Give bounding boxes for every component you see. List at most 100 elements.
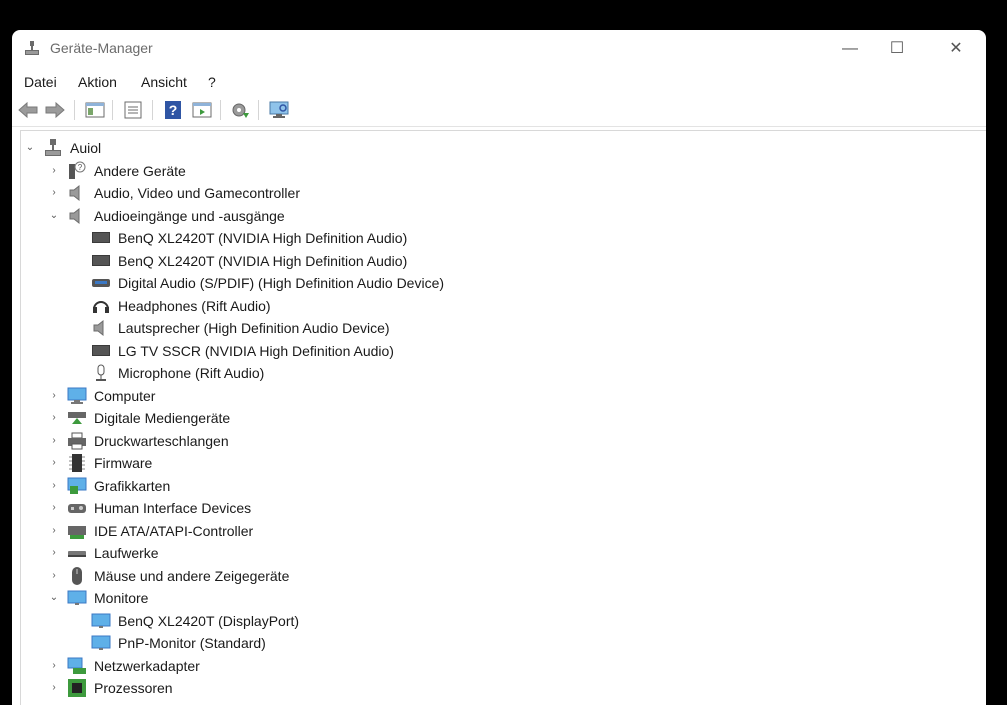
- tree-item-label: Mäuse und andere Zeigegeräte: [94, 568, 290, 584]
- menu-help[interactable]: ?: [208, 74, 216, 90]
- tree-item-label: Andere Geräte: [94, 163, 186, 179]
- monitor-dark-icon: [92, 255, 110, 266]
- digital-audio-icon: [92, 279, 110, 287]
- headphones-icon: [93, 301, 109, 313]
- monitor-dark-icon: [92, 345, 110, 356]
- disk-drive-icon: [68, 551, 86, 557]
- tree-item-label: Digital Audio (S/PDIF) (High Definition …: [118, 275, 445, 291]
- properties-icon[interactable]: [122, 99, 144, 121]
- tree-item-label: Prozessoren: [94, 680, 173, 696]
- tree-item-ide[interactable]: IDE ATA/ATAPI-Controller: [67, 520, 253, 542]
- chevron-down-icon[interactable]: ⌄: [48, 592, 60, 604]
- toolbar-separator: [258, 100, 259, 120]
- tree-root[interactable]: Auiol: [43, 137, 101, 159]
- forward-arrow-icon[interactable]: [44, 99, 66, 121]
- chevron-right-icon[interactable]: ›: [48, 525, 60, 537]
- display-adapter-icon: [67, 477, 87, 494]
- tree-item-label: Lautsprecher (High Definition Audio Devi…: [118, 320, 390, 336]
- tree-item-microphone[interactable]: Microphone (Rift Audio): [91, 362, 264, 384]
- tree-item-label: Druckwarteschlangen: [94, 433, 229, 449]
- window-title: Geräte-Manager: [50, 40, 153, 56]
- tree-item-audio-video[interactable]: Audio, Video und Gamecontroller: [67, 182, 300, 204]
- device-manager-icon: [25, 41, 39, 55]
- tree-item-label: BenQ XL2420T (NVIDIA High Definition Aud…: [118, 230, 408, 246]
- help-icon[interactable]: ?: [162, 99, 184, 121]
- chevron-right-icon[interactable]: ›: [48, 480, 60, 492]
- action-pane-icon[interactable]: [191, 99, 213, 121]
- speaker-icon: [69, 207, 80, 225]
- menu-bar: Datei Aktion Ansicht ?: [12, 70, 986, 94]
- svg-text:?: ?: [78, 163, 83, 172]
- tree-item-label: LG TV SSCR (NVIDIA High Definition Audio…: [118, 343, 394, 359]
- tree-item-audioeingaenge[interactable]: Audioeingänge und -ausgänge: [67, 205, 285, 227]
- menu-action[interactable]: Aktion: [78, 74, 117, 90]
- minimize-button[interactable]: —: [838, 38, 862, 60]
- microphone-icon: [96, 364, 106, 381]
- speaker-icon: [69, 184, 80, 202]
- chevron-right-icon[interactable]: ›: [48, 390, 60, 402]
- device-manager-window: Geräte-Manager — ☐ ✕ Datei Aktion Ansich…: [12, 30, 986, 705]
- title-bar[interactable]: Geräte-Manager — ☐ ✕: [12, 30, 986, 68]
- tree-item-hid[interactable]: Human Interface Devices: [67, 497, 251, 519]
- tree-item-grafik[interactable]: Grafikkarten: [67, 475, 170, 497]
- toolbar-separator: [74, 100, 75, 120]
- tree-item-netzwerk[interactable]: Netzwerkadapter: [67, 655, 200, 677]
- device-tree[interactable]: ⌄ Auiol › ? Andere Geräte › Audio, Video…: [20, 130, 986, 705]
- computer-root-icon: [45, 139, 61, 156]
- tree-item-maeuse[interactable]: Mäuse und andere Zeigegeräte: [67, 565, 289, 587]
- tree-item-label: Firmware: [94, 455, 153, 471]
- chevron-right-icon[interactable]: ›: [48, 165, 60, 177]
- chevron-down-icon[interactable]: ⌄: [48, 210, 60, 222]
- computer-icon: [67, 387, 87, 404]
- tree-item-andere-geraete[interactable]: ? Andere Geräte: [67, 160, 186, 182]
- tree-item-label: Audio, Video und Gamecontroller: [94, 185, 300, 201]
- tree-item-computer[interactable]: Computer: [67, 385, 155, 407]
- tree-item-monitore[interactable]: Monitore: [67, 587, 148, 609]
- menu-file[interactable]: Datei: [24, 74, 57, 90]
- toolbar: ?: [12, 96, 986, 127]
- chevron-right-icon[interactable]: ›: [48, 682, 60, 694]
- tree-item-benq-dp[interactable]: BenQ XL2420T (DisplayPort): [91, 610, 299, 632]
- update-driver-icon[interactable]: [229, 99, 251, 121]
- tree-item-benq-audio-1[interactable]: BenQ XL2420T (NVIDIA High Definition Aud…: [91, 227, 407, 249]
- chevron-right-icon[interactable]: ›: [48, 187, 60, 199]
- tree-item-headphones[interactable]: Headphones (Rift Audio): [91, 295, 271, 317]
- chevron-right-icon[interactable]: ›: [48, 457, 60, 469]
- tree-root-label: Auiol: [70, 140, 102, 156]
- chevron-right-icon[interactable]: ›: [48, 570, 60, 582]
- tree-item-prozessoren[interactable]: Prozessoren: [67, 677, 173, 699]
- printer-icon: [68, 432, 86, 450]
- tree-item-lg-tv[interactable]: LG TV SSCR (NVIDIA High Definition Audio…: [91, 340, 394, 362]
- tree-item-digitale-medien[interactable]: Digitale Mediengeräte: [67, 407, 230, 429]
- tree-item-firmware[interactable]: Firmware: [67, 452, 152, 474]
- maximize-button[interactable]: ☐: [885, 38, 909, 60]
- toolbar-separator: [220, 100, 221, 120]
- processor-icon: [68, 679, 86, 697]
- menu-view[interactable]: Ansicht: [141, 74, 187, 90]
- back-arrow-icon[interactable]: [17, 99, 39, 121]
- network-adapter-icon: [67, 657, 86, 674]
- tree-item-label: BenQ XL2420T (NVIDIA High Definition Aud…: [118, 253, 408, 269]
- tree-item-label: Audioeingänge und -ausgänge: [94, 208, 285, 224]
- tree-item-laufwerke[interactable]: Laufwerke: [67, 542, 159, 564]
- scan-hardware-icon[interactable]: [268, 99, 290, 121]
- chevron-right-icon[interactable]: ›: [48, 435, 60, 447]
- svg-text:?: ?: [169, 102, 178, 118]
- chevron-right-icon[interactable]: ›: [48, 502, 60, 514]
- hid-icon: [68, 504, 86, 513]
- tree-item-druck[interactable]: Druckwarteschlangen: [67, 430, 229, 452]
- chevron-down-icon[interactable]: ⌄: [24, 142, 36, 154]
- tree-item-benq-audio-2[interactable]: BenQ XL2420T (NVIDIA High Definition Aud…: [91, 250, 407, 272]
- tree-item-digital-audio[interactable]: Digital Audio (S/PDIF) (High Definition …: [91, 272, 444, 294]
- monitor-icon: [67, 590, 87, 605]
- tree-item-label: Monitore: [94, 590, 149, 606]
- mouse-icon: [72, 567, 82, 585]
- close-button[interactable]: ✕: [944, 38, 968, 60]
- tree-item-pnp[interactable]: PnP-Monitor (Standard): [91, 632, 266, 654]
- show-hide-console-tree-icon[interactable]: [84, 99, 106, 121]
- chevron-right-icon[interactable]: ›: [48, 660, 60, 672]
- chevron-right-icon[interactable]: ›: [48, 547, 60, 559]
- monitor-icon: [91, 635, 111, 650]
- tree-item-lautsprecher[interactable]: Lautsprecher (High Definition Audio Devi…: [91, 317, 390, 339]
- chevron-right-icon[interactable]: ›: [48, 412, 60, 424]
